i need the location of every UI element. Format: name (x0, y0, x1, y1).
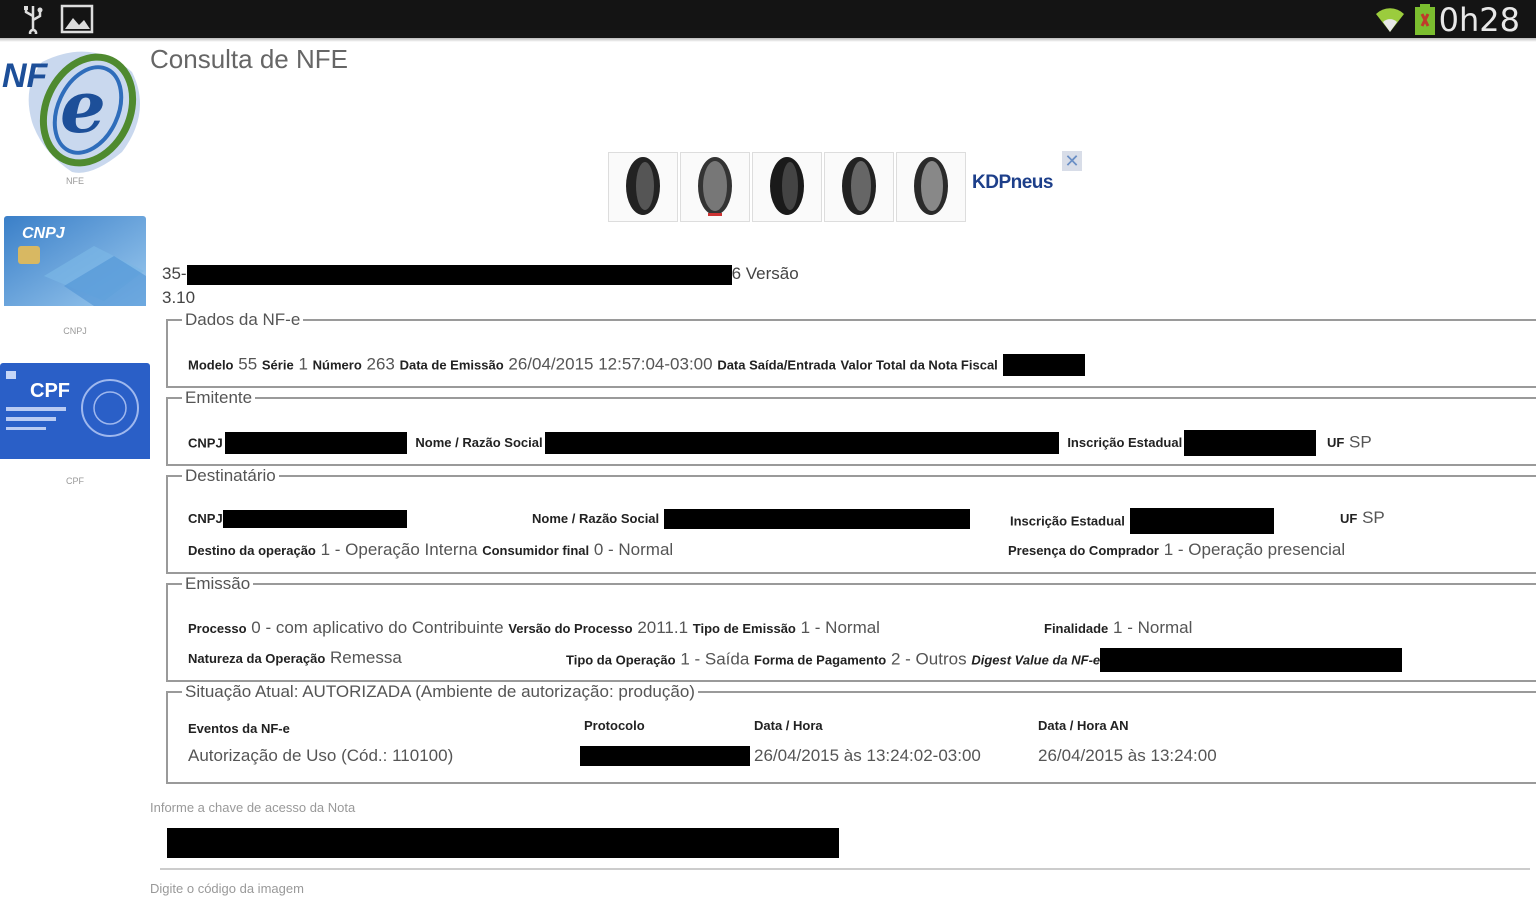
dados-nfe-section: Dados da NF-e Modelo 55 Série 1 Número 2… (166, 310, 1536, 388)
table-row: Autorização de Uso (Cód.: 110100) 26/04/… (188, 746, 1217, 766)
cnpj-card-icon: CNPJ (4, 216, 146, 306)
destinatario-section: Destinatário CNPJ Nome / Razão Social In… (166, 466, 1536, 574)
sidebar-item-cpf[interactable]: CPF (0, 363, 150, 464)
emissao-section: Emissão Processo 0 - com aplicativo do C… (166, 574, 1536, 682)
ad-close-icon[interactable]: ✕ (1062, 151, 1082, 171)
redaction (1002, 354, 1085, 376)
image-notification-icon (60, 4, 94, 34)
usb-icon (24, 6, 43, 34)
tire-image[interactable] (824, 152, 894, 222)
sidebar-caption-cpf: CPF (66, 476, 84, 486)
svg-text:CPF: CPF (30, 380, 70, 402)
cpf-card-icon: CPF (0, 363, 150, 459)
col-header-data-hora-an: Data / Hora AN (1038, 718, 1129, 733)
logo-text: NF (2, 57, 49, 95)
nfe-logo[interactable]: e NF (2, 42, 150, 187)
svg-text:CNPJ: CNPJ (22, 225, 66, 242)
sidebar-caption-cnpj: CNPJ (63, 326, 87, 336)
emitente-section: Emitente CNPJ Nome / Razão Social Inscri… (166, 388, 1536, 466)
chave-input-underline (160, 868, 1530, 870)
col-header-eventos: Eventos da NF-e (188, 721, 290, 736)
tire-image[interactable] (608, 152, 678, 222)
versao-value: 3.10 (162, 288, 196, 307)
chave-acesso-header: 35- 6 Versão 3.10 (162, 264, 799, 307)
situacao-section: Situação Atual: AUTORIZADA (Ambiente de … (166, 682, 1536, 784)
status-clock: 0h28 (1438, 1, 1520, 39)
tire-image[interactable] (896, 152, 966, 222)
wifi-icon (1376, 8, 1404, 32)
col-header-protocolo: Protocolo (584, 718, 645, 733)
ad-brand-text: KDPneus (972, 172, 1053, 193)
page-title: Consulta de NFE (150, 44, 348, 74)
chave-input-label: Informe a chave de acesso da Nota (150, 800, 356, 815)
battery-icon (1415, 4, 1435, 35)
tire-image[interactable] (752, 152, 822, 222)
captcha-input-label: Digite o código da imagem (150, 881, 304, 896)
chave-input-field[interactable] (167, 828, 839, 858)
tire-image[interactable] (680, 152, 750, 222)
sidebar-item-cnpj[interactable]: CNPJ (4, 216, 146, 311)
col-header-data-hora: Data / Hora (754, 718, 823, 733)
sidebar-caption-nfe: NFE (66, 176, 84, 186)
status-bar: 0h28 (0, 0, 1536, 39)
svg-text:e: e (60, 64, 106, 149)
redaction (186, 264, 732, 285)
ad-brand-logo[interactable]: KDPneus (972, 172, 1053, 194)
